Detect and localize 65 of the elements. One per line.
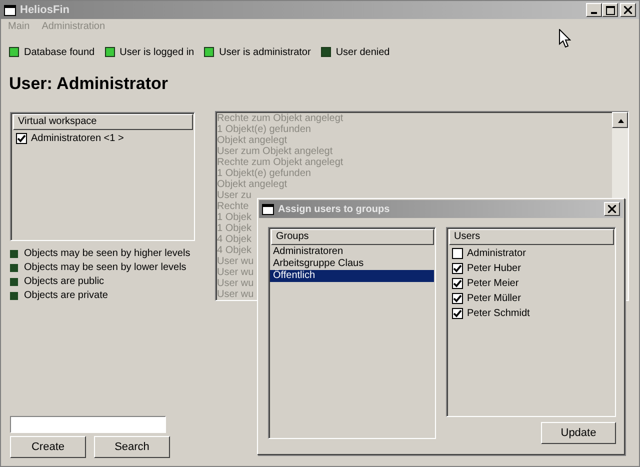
log-line: Rechte zum Objekt angelegt bbox=[217, 113, 344, 124]
status-label: Database found bbox=[24, 46, 95, 58]
list-item[interactable]: Öffentlich bbox=[270, 270, 434, 282]
scroll-up-icon bbox=[612, 112, 628, 128]
log-line: Rechte bbox=[217, 201, 249, 212]
close-button[interactable] bbox=[620, 3, 636, 17]
close-button[interactable] bbox=[604, 202, 620, 216]
legend-label: Objects are private bbox=[24, 290, 108, 301]
minimize-button[interactable] bbox=[586, 3, 602, 17]
user-heading: User: Administrator bbox=[8, 73, 170, 95]
maximize-icon bbox=[606, 6, 614, 14]
window-title: HeliosFin bbox=[20, 4, 70, 16]
legend-square-icon bbox=[10, 278, 18, 286]
dialog-title: Assign users to groups bbox=[278, 204, 390, 214]
checkbox[interactable] bbox=[452, 263, 463, 274]
status-label: User is logged in bbox=[120, 46, 194, 58]
list-item[interactable]: Arbeitsgruppe Claus bbox=[270, 258, 434, 270]
log-line: 4 Objek bbox=[217, 234, 252, 245]
legend-square-icon bbox=[10, 250, 18, 258]
status-label: User is administrator bbox=[219, 46, 311, 58]
log-line: User wu bbox=[217, 267, 254, 278]
checkbox[interactable] bbox=[452, 308, 463, 319]
legend-square-icon bbox=[10, 264, 18, 272]
action-button[interactable]: Search bbox=[94, 436, 170, 458]
log-line: 1 Objekt(e) gefunden bbox=[217, 168, 311, 179]
action-button[interactable]: Create bbox=[10, 436, 86, 458]
column-header[interactable]: Groups bbox=[271, 229, 434, 245]
update-button[interactable]: Update bbox=[541, 422, 616, 444]
log-line: User wu bbox=[217, 278, 254, 289]
legend-label: Objects are public bbox=[24, 276, 104, 287]
name-input[interactable] bbox=[10, 416, 166, 433]
maximize-button[interactable] bbox=[602, 3, 618, 17]
log-line: 1 Objek bbox=[217, 212, 252, 223]
list-item[interactable]: Peter Schmidt bbox=[467, 308, 530, 319]
checkbox[interactable] bbox=[452, 248, 463, 259]
log-line: 1 Objek bbox=[217, 223, 252, 234]
close-icon bbox=[608, 205, 616, 213]
legend-label: Objects may be seen by higher levels bbox=[24, 248, 190, 259]
list-item[interactable]: Peter Müller bbox=[467, 293, 521, 304]
log-line: User zu bbox=[217, 190, 252, 201]
column-header[interactable]: Virtual workspace bbox=[13, 114, 193, 130]
checkbox[interactable] bbox=[452, 293, 463, 304]
list-item[interactable]: Peter Meier bbox=[467, 278, 519, 289]
checkbox[interactable] bbox=[452, 278, 463, 289]
log-line: 1 Objekt(e) gefunden bbox=[217, 124, 311, 135]
checkbox[interactable] bbox=[16, 133, 27, 144]
list-item[interactable]: Peter Huber bbox=[467, 263, 521, 274]
log-line: User wu bbox=[217, 289, 254, 300]
legend-label: Objects may be seen by lower levels bbox=[24, 262, 186, 273]
log-line: Objekt angelegt bbox=[217, 179, 288, 190]
log-line: User wu bbox=[217, 256, 254, 267]
close-icon bbox=[624, 6, 632, 14]
window-icon bbox=[4, 4, 16, 16]
list-item[interactable]: Administratoren bbox=[270, 246, 434, 258]
log-line: Objekt angelegt bbox=[217, 135, 288, 146]
log-line: User zum Objekt angelegt bbox=[217, 146, 333, 157]
status-label: User denied bbox=[336, 46, 390, 58]
log-line: Rechte zum Objekt angelegt bbox=[217, 157, 344, 168]
log-line: 4 Objek bbox=[217, 245, 252, 256]
column-header[interactable]: Users bbox=[449, 229, 614, 245]
list-item[interactable]: Administratoren <1 > bbox=[31, 133, 124, 144]
window-icon bbox=[262, 204, 274, 214]
mouse-pointer-icon bbox=[559, 29, 571, 48]
list-item[interactable]: Administrator bbox=[467, 248, 526, 259]
legend-square-icon bbox=[10, 292, 18, 300]
